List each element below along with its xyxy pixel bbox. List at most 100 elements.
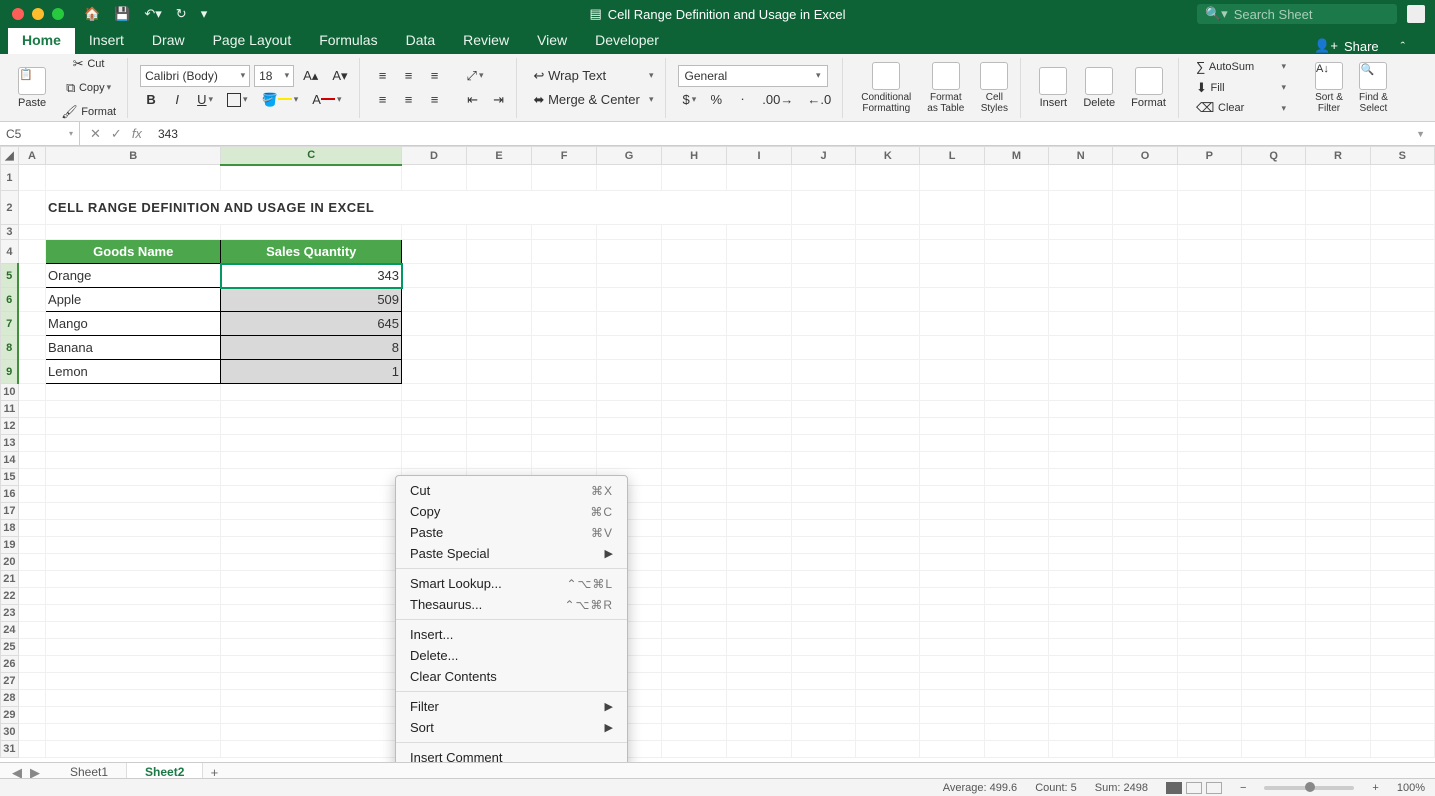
maximize-window-button[interactable] <box>52 8 64 20</box>
cell-O27[interactable] <box>1113 673 1177 690</box>
cell-F11[interactable] <box>532 401 597 418</box>
clear-button[interactable]: ⌫ Clear▾ <box>1191 99 1291 118</box>
cell-A20[interactable] <box>18 554 45 571</box>
cell-D12[interactable] <box>402 418 467 435</box>
cell-I28[interactable] <box>727 690 792 707</box>
cell-J17[interactable] <box>791 503 855 520</box>
cell-R26[interactable] <box>1306 656 1370 673</box>
cell-M18[interactable] <box>984 520 1048 537</box>
cell-R16[interactable] <box>1306 486 1370 503</box>
cell-C30[interactable] <box>221 724 402 741</box>
cell-B21[interactable] <box>46 571 221 588</box>
cell-M7[interactable] <box>984 312 1048 336</box>
cell-R21[interactable] <box>1306 571 1370 588</box>
cell-K13[interactable] <box>856 435 920 452</box>
cell-I18[interactable] <box>727 520 792 537</box>
expand-formula-bar-icon[interactable]: ▼ <box>1406 129 1435 139</box>
cell-P3[interactable] <box>1177 225 1241 240</box>
cell-Q13[interactable] <box>1241 435 1305 452</box>
cell-B30[interactable] <box>46 724 221 741</box>
cell-C26[interactable] <box>221 656 402 673</box>
cell-O13[interactable] <box>1113 435 1177 452</box>
cell-P27[interactable] <box>1177 673 1241 690</box>
cell-M21[interactable] <box>984 571 1048 588</box>
cell-B1[interactable] <box>46 165 221 191</box>
cell-M1[interactable] <box>984 165 1048 191</box>
cell-R10[interactable] <box>1306 384 1370 401</box>
cell-P1[interactable] <box>1177 165 1241 191</box>
cell-C3[interactable] <box>221 225 402 240</box>
cell-P14[interactable] <box>1177 452 1241 469</box>
cell-R4[interactable] <box>1306 240 1370 264</box>
cell-L26[interactable] <box>920 656 984 673</box>
row-header-3[interactable]: 3 <box>1 225 19 240</box>
column-header-H[interactable]: H <box>662 147 727 165</box>
cell-N22[interactable] <box>1049 588 1113 605</box>
cell-O14[interactable] <box>1113 452 1177 469</box>
format-as-table-button[interactable]: Format as Table <box>921 60 970 116</box>
row-header-10[interactable]: 10 <box>1 384 19 401</box>
cell-Q18[interactable] <box>1241 520 1305 537</box>
cell-O2[interactable] <box>1113 191 1177 225</box>
cell-C24[interactable] <box>221 622 402 639</box>
context-copy[interactable]: Copy⌘C <box>396 501 627 522</box>
cell-C5[interactable]: 343 <box>221 264 402 288</box>
context-smart-lookup[interactable]: Smart Lookup...⌃⌥⌘L <box>396 573 627 594</box>
cell-H12[interactable] <box>662 418 727 435</box>
cell-R11[interactable] <box>1306 401 1370 418</box>
cell-Q10[interactable] <box>1241 384 1305 401</box>
cell-H29[interactable] <box>662 707 727 724</box>
cell-P26[interactable] <box>1177 656 1241 673</box>
cell-H25[interactable] <box>662 639 727 656</box>
cell-N8[interactable] <box>1049 336 1113 360</box>
column-header-Q[interactable]: Q <box>1241 147 1305 165</box>
cell-P24[interactable] <box>1177 622 1241 639</box>
cell-S26[interactable] <box>1370 656 1434 673</box>
cell-C13[interactable] <box>221 435 402 452</box>
cell-P22[interactable] <box>1177 588 1241 605</box>
cell-K8[interactable] <box>856 336 920 360</box>
cell-H30[interactable] <box>662 724 727 741</box>
cell-I31[interactable] <box>727 741 792 758</box>
cell-Q23[interactable] <box>1241 605 1305 622</box>
cell-D3[interactable] <box>402 225 467 240</box>
cell-K7[interactable] <box>856 312 920 336</box>
cell-R14[interactable] <box>1306 452 1370 469</box>
cell-L9[interactable] <box>920 360 984 384</box>
cell-N2[interactable] <box>1049 191 1113 225</box>
cell-C15[interactable] <box>221 469 402 486</box>
cell-O19[interactable] <box>1113 537 1177 554</box>
cell-D11[interactable] <box>402 401 467 418</box>
cell-A26[interactable] <box>18 656 45 673</box>
tab-developer[interactable]: Developer <box>581 26 673 54</box>
cell-K27[interactable] <box>856 673 920 690</box>
cell-K9[interactable] <box>856 360 920 384</box>
cell-B18[interactable] <box>46 520 221 537</box>
underline-button[interactable]: U▾ <box>192 89 218 111</box>
cell-D7[interactable] <box>402 312 467 336</box>
cell-S24[interactable] <box>1370 622 1434 639</box>
cell-J31[interactable] <box>791 741 855 758</box>
cell-Q14[interactable] <box>1241 452 1305 469</box>
user-avatar[interactable] <box>1407 5 1425 23</box>
insert-cells-button[interactable]: Insert <box>1033 65 1073 111</box>
align-top-button[interactable]: ≡ <box>372 65 394 87</box>
cell-C14[interactable] <box>221 452 402 469</box>
cell-S10[interactable] <box>1370 384 1434 401</box>
cell-A27[interactable] <box>18 673 45 690</box>
cell-B27[interactable] <box>46 673 221 690</box>
name-box[interactable]: C5 ▾ <box>0 122 80 145</box>
cell-K25[interactable] <box>856 639 920 656</box>
cell-S6[interactable] <box>1370 288 1434 312</box>
cell-O17[interactable] <box>1113 503 1177 520</box>
cell-A21[interactable] <box>18 571 45 588</box>
home-icon[interactable]: 🏠 <box>84 6 100 22</box>
cell-B31[interactable] <box>46 741 221 758</box>
row-header-6[interactable]: 6 <box>1 288 19 312</box>
cell-O3[interactable] <box>1113 225 1177 240</box>
cell-A3[interactable] <box>18 225 45 240</box>
cell-D14[interactable] <box>402 452 467 469</box>
cell-I11[interactable] <box>727 401 792 418</box>
cell-I23[interactable] <box>727 605 792 622</box>
row-header-30[interactable]: 30 <box>1 724 19 741</box>
